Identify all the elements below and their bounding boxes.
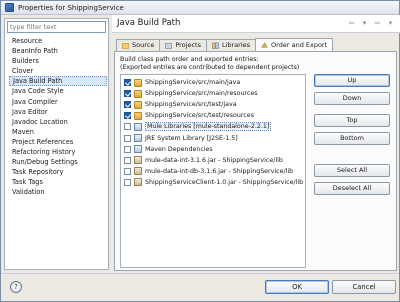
entry-label: ShippingService/src/main/resources: [145, 90, 258, 98]
entry-label: ShippingService/src/main/java: [145, 79, 241, 87]
order-export-panel: Build class path order and exported entr…: [114, 51, 397, 271]
order-export-icon: [261, 41, 268, 48]
jar-icon: [134, 156, 142, 165]
sidebar-item-java-compiler[interactable]: Java Compiler: [9, 97, 107, 107]
source-folder-icon: [122, 43, 129, 49]
description-line-2: (Exported entries are contributed to dep…: [120, 64, 300, 71]
sidebar-item-clover[interactable]: Clover: [9, 66, 107, 76]
tab-source[interactable]: Source: [116, 39, 161, 51]
down-button[interactable]: Down: [314, 92, 390, 105]
export-checkbox[interactable]: [124, 145, 131, 153]
title-bar: Properties for ShippingService: [1, 1, 399, 15]
property-page-list: Resource BeanInfo Path Builders Clover J…: [9, 36, 107, 198]
question-mark-icon[interactable]: ?: [10, 281, 22, 293]
tab-order-and-export[interactable]: Order and Export: [255, 38, 334, 51]
classpath-entry-list: ShippingService/src/main/java ShippingSe…: [120, 74, 306, 268]
export-checkbox[interactable]: [124, 167, 131, 175]
sidebar-item-builders[interactable]: Builders: [9, 56, 107, 66]
entry-label: Maven Dependencies: [145, 145, 213, 153]
ok-button[interactable]: OK: [265, 280, 329, 294]
entry-label: mule-data-int-db-3.1.6.jar - ShippingSer…: [145, 167, 294, 175]
export-checkbox[interactable]: [124, 101, 131, 109]
list-item[interactable]: ShippingService/src/main/java: [121, 77, 305, 88]
sidebar-item-beaninfo-path[interactable]: BeanInfo Path: [9, 46, 107, 56]
sidebar-item-task-tags[interactable]: Task Tags: [9, 177, 107, 187]
export-checkbox[interactable]: [124, 79, 131, 87]
list-item[interactable]: ShippingService/src/main/resources: [121, 88, 305, 99]
list-item[interactable]: ShippingServiceClient-1.0.jar - Shipping…: [121, 177, 305, 188]
tab-projects[interactable]: Projects: [159, 39, 207, 51]
cancel-button[interactable]: Cancel: [332, 280, 396, 294]
history-nav: ⇦ ▾ ⇨ ▾: [347, 19, 395, 28]
source-folder-icon: [134, 89, 142, 98]
entry-label: ShippingService/src/test/java: [145, 101, 237, 109]
export-checkbox[interactable]: [124, 123, 131, 131]
back-menu-chevron-icon[interactable]: ▾: [360, 19, 369, 28]
sidebar-item-refactoring-history[interactable]: Refactoring History: [9, 147, 107, 157]
tab-source-label: Source: [132, 41, 155, 49]
back-arrow-icon[interactable]: ⇦: [347, 19, 356, 28]
jar-icon: [134, 178, 142, 187]
source-folder-icon: [134, 78, 142, 87]
list-item[interactable]: mule-data-int-db-3.1.6.jar - ShippingSer…: [121, 166, 305, 177]
library-icon: [134, 145, 142, 154]
sidebar-item-maven[interactable]: Maven: [9, 127, 107, 137]
source-folder-icon: [134, 111, 142, 120]
sidebar-item-java-code-style[interactable]: Java Code Style: [9, 86, 107, 96]
bottom-button[interactable]: Bottom: [314, 132, 390, 145]
export-checkbox[interactable]: [124, 112, 131, 120]
sidebar-item-validation[interactable]: Validation: [9, 187, 107, 197]
forward-arrow-icon[interactable]: ⇨: [373, 19, 382, 28]
deselect-all-button[interactable]: Deselect All: [314, 182, 390, 195]
page-title: Java Build Path: [117, 18, 181, 28]
sidebar-item-task-repository[interactable]: Task Repository: [9, 167, 107, 177]
entry-label: ShippingService/src/test/resources: [145, 112, 254, 120]
library-icon: [134, 122, 142, 131]
dialog-footer: ? OK Cancel: [1, 273, 399, 301]
property-page-tree: Resource BeanInfo Path Builders Clover J…: [4, 18, 109, 270]
build-path-tabs: Source Projects Libraries Order and Expo…: [116, 38, 334, 51]
sidebar-item-project-references[interactable]: Project References: [9, 137, 107, 147]
properties-dialog: Properties for ShippingService Resource …: [0, 0, 400, 302]
tab-order-and-export-label: Order and Export: [271, 40, 328, 49]
sidebar-item-java-build-path[interactable]: Java Build Path: [9, 76, 107, 87]
window-title: Properties for ShippingService: [18, 3, 124, 12]
tab-libraries-label: Libraries: [221, 41, 251, 49]
entry-label: ShippingServiceClient-1.0.jar - Shipping…: [145, 178, 304, 186]
filter-input[interactable]: [7, 21, 106, 33]
entry-label: mule-data-int-3.1.6.jar - ShippingServic…: [145, 156, 283, 164]
projects-icon: [165, 43, 173, 49]
jar-icon: [134, 167, 142, 176]
order-buttons: Up Down Top Bottom Select All Deselect A…: [314, 74, 390, 200]
page-header: Java Build Path ⇦ ▾ ⇨ ▾: [112, 15, 400, 33]
libraries-icon: [212, 42, 219, 49]
export-checkbox[interactable]: [124, 156, 131, 164]
list-item[interactable]: ShippingService/src/test/resources: [121, 110, 305, 121]
eclipse-app-icon: [5, 3, 14, 12]
description-line-1: Build class path order and exported entr…: [120, 56, 259, 63]
list-item[interactable]: JRE System Library [J2SE-1.5]: [121, 132, 305, 143]
library-icon: [134, 134, 142, 143]
sidebar-item-java-editor[interactable]: Java Editor: [9, 107, 107, 117]
tab-libraries[interactable]: Libraries: [205, 39, 257, 51]
entry-label: Mule Libraries [mule-standalone-2.2.1]: [145, 122, 272, 132]
select-all-button[interactable]: Select All: [314, 164, 390, 177]
list-item[interactable]: mule-data-int-3.1.6.jar - ShippingServic…: [121, 155, 305, 166]
sidebar-item-resource[interactable]: Resource: [9, 36, 107, 46]
list-item[interactable]: ShippingService/src/test/java: [121, 99, 305, 110]
forward-menu-chevron-icon[interactable]: ▾: [386, 19, 395, 28]
up-button[interactable]: Up: [314, 74, 390, 87]
entry-label: JRE System Library [J2SE-1.5]: [145, 134, 238, 142]
panel-description: Build class path order and exported entr…: [120, 56, 390, 72]
export-checkbox[interactable]: [124, 134, 131, 142]
top-button[interactable]: Top: [314, 114, 390, 127]
export-checkbox[interactable]: [124, 178, 131, 186]
sidebar-item-javadoc-location[interactable]: Javadoc Location: [9, 117, 107, 127]
list-item[interactable]: Mule Libraries [mule-standalone-2.2.1]: [121, 121, 305, 132]
list-item[interactable]: Maven Dependencies: [121, 144, 305, 155]
tab-projects-label: Projects: [175, 41, 201, 49]
sidebar-item-run-debug-settings[interactable]: Run/Debug Settings: [9, 157, 107, 167]
source-folder-icon: [134, 100, 142, 109]
export-checkbox[interactable]: [124, 90, 131, 98]
